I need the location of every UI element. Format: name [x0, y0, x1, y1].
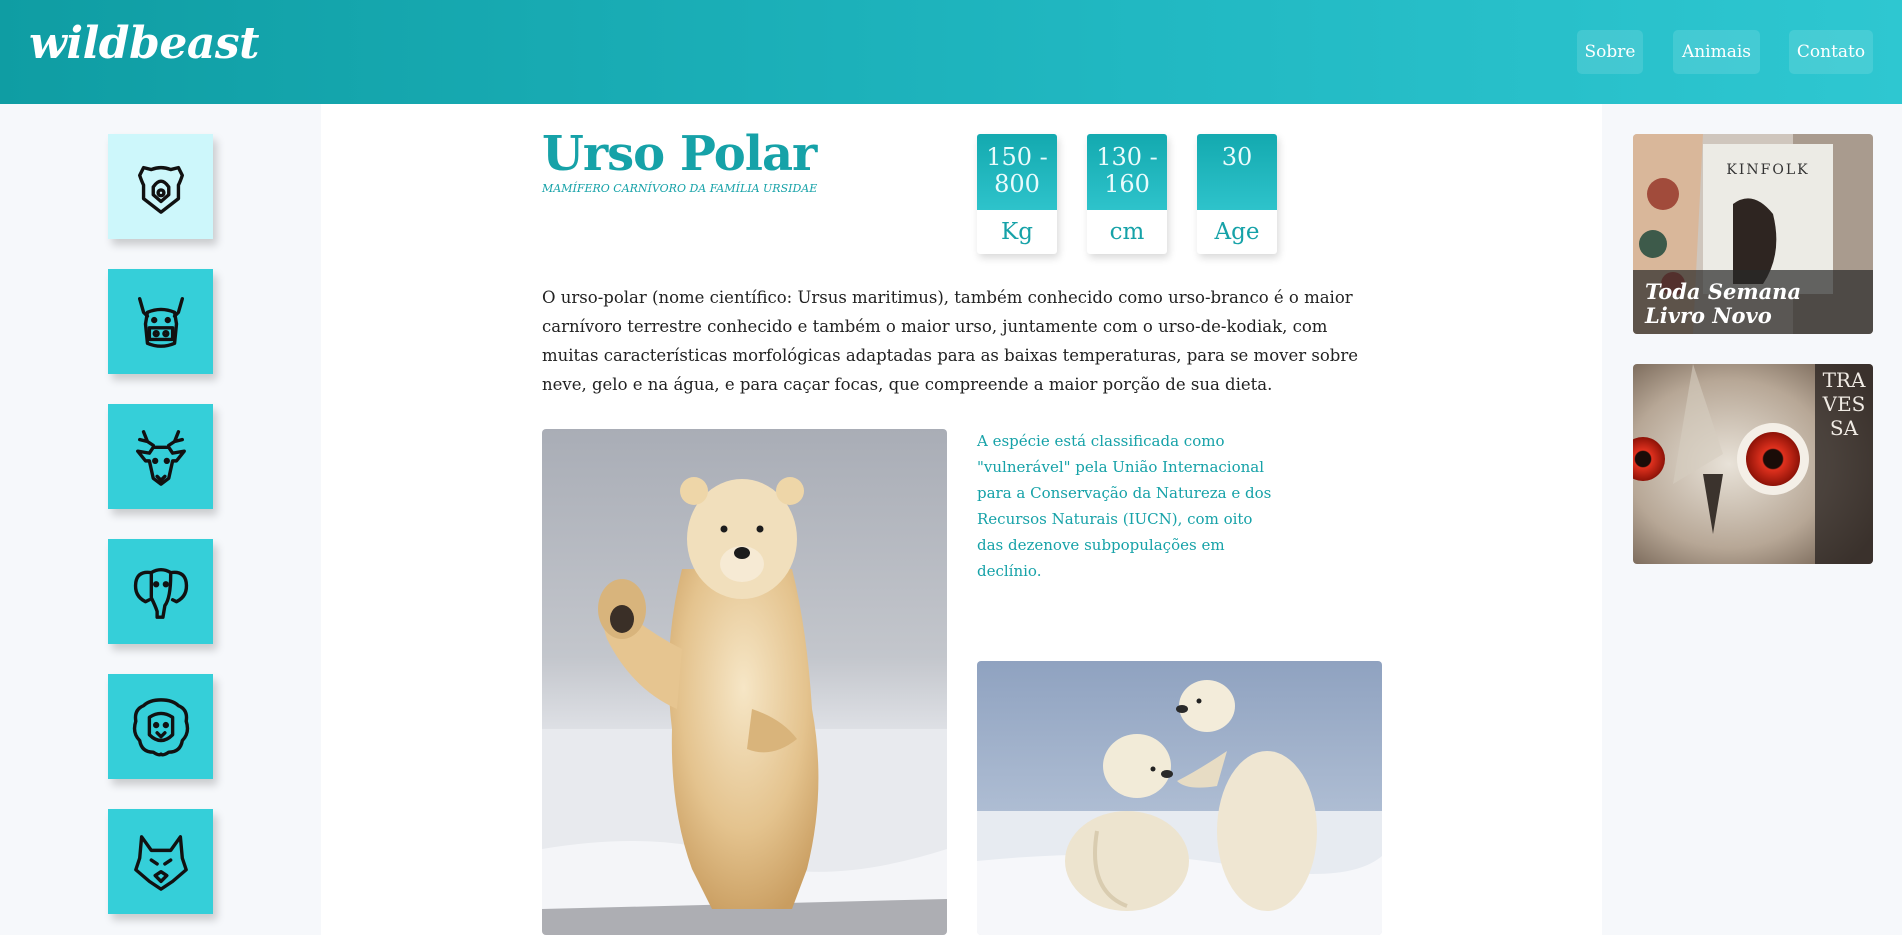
conservation-status: A espécie está classificada como "vulner… [977, 432, 1272, 580]
ad-book-club[interactable]: KINFOLK Toda Semana Livro Novo [1633, 134, 1873, 334]
lion-icon [132, 697, 189, 756]
elephant-icon [133, 567, 188, 619]
bear-icon [137, 165, 184, 214]
animal-description: O urso-polar (nome científico: Ursus mar… [542, 288, 1358, 394]
animal-subtitle: MAMÍFERO CARNÍVORO DA FAMÍLIA URSIDAE [542, 182, 818, 195]
book-title-text: KINFOLK [1726, 162, 1809, 178]
stat-weight-value: 150 - 800 [977, 134, 1057, 210]
sidebar-item-elephant[interactable] [108, 539, 213, 644]
stat-weight-unit: Kg [1001, 219, 1033, 245]
polar-cubs-photo [977, 661, 1382, 935]
site-logo[interactable]: wildbeast [29, 18, 259, 69]
nav-contato[interactable]: Contato [1789, 30, 1873, 74]
sidebar-item-hippo[interactable] [108, 269, 213, 374]
nav-animais[interactable]: Animais [1673, 30, 1760, 74]
sidebar-item-deer[interactable] [108, 404, 213, 509]
nav-sobre[interactable]: Sobre [1577, 30, 1643, 74]
polar-bear-photo [542, 429, 947, 935]
sidebar-item-lion[interactable] [108, 674, 213, 779]
ad-caption-line2: Livro Novo [1645, 303, 1772, 328]
deer-icon [135, 429, 186, 486]
ad-vertical-text: TRAVESSA [1822, 368, 1866, 440]
stat-age: 30 Age [1197, 134, 1277, 254]
stat-length-unit: cm [1109, 219, 1145, 245]
sidebar-item-bear[interactable] [108, 134, 213, 239]
sidebar-item-wolf[interactable] [108, 809, 213, 914]
animal-name: Urso Polar [542, 126, 817, 182]
ad-caption: Toda Semana Livro Novo [1633, 270, 1873, 334]
ad-caption-line1: Toda Semana [1645, 279, 1802, 304]
stat-length: 130 - 160 cm [1087, 134, 1167, 254]
stat-weight: 150 - 800 Kg [977, 134, 1057, 254]
wolf-icon [133, 834, 188, 891]
main-content [321, 104, 1602, 935]
site-header: wildbeast Sobre Animais Contato [0, 0, 1902, 104]
stat-length-value: 130 - 160 [1087, 134, 1167, 210]
stat-age-value: 30 [1197, 134, 1277, 210]
hippo-icon [137, 296, 184, 348]
stat-age-unit: Age [1214, 219, 1260, 245]
ad-travessa[interactable]: TRAVESSA [1633, 364, 1873, 564]
